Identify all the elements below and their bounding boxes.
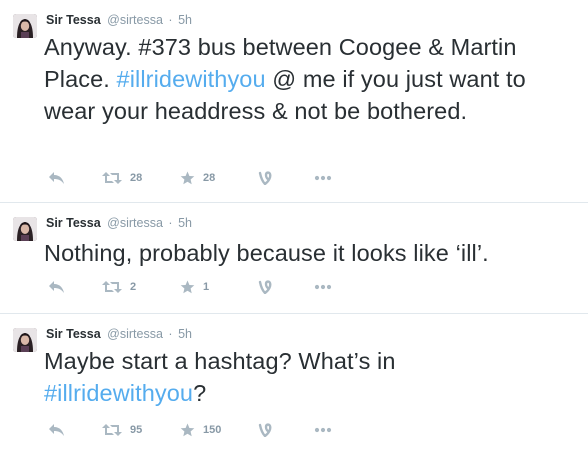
author-fullname[interactable]: Sir Tessa: [46, 13, 101, 27]
separator: ·: [168, 327, 173, 341]
reply-icon: [48, 171, 65, 185]
reply-icon: [48, 423, 65, 437]
tweet[interactable]: Sir Tessa @sirtessa · 5h Maybe start a h…: [0, 314, 588, 451]
avatar[interactable]: [13, 217, 37, 241]
author-username[interactable]: @sirtessa: [107, 327, 163, 341]
tweet-text: Anyway. #373 bus between Coogee & Martin…: [44, 31, 564, 127]
author-username[interactable]: @sirtessa: [107, 216, 163, 230]
favorite-count: 150: [203, 424, 222, 436]
more-button[interactable]: [314, 168, 332, 188]
more-button[interactable]: [314, 277, 332, 297]
avatar[interactable]: [13, 328, 37, 352]
tweet-header: Sir Tessa @sirtessa · 5h: [46, 215, 192, 231]
vine-icon: [258, 423, 272, 437]
tweet-actions: 28 28: [44, 168, 364, 188]
favorite-count: 28: [203, 172, 216, 184]
retweet-icon: [102, 171, 122, 185]
retweet-icon: [102, 280, 122, 294]
star-icon: [180, 423, 195, 437]
retweet-icon: [102, 423, 122, 437]
hashtag-link[interactable]: #illridewithyou: [44, 380, 193, 406]
separator: ·: [168, 13, 173, 27]
separator: ·: [168, 216, 173, 230]
tweet-text-part: Nothing, probably because it looks like …: [44, 240, 489, 266]
tweet-header: Sir Tessa @sirtessa · 5h: [46, 326, 192, 342]
tweet-text-part: Maybe start a hashtag? What’s in: [44, 348, 396, 374]
retweet-count: 28: [130, 172, 143, 184]
more-icon: [314, 175, 332, 181]
retweet-button[interactable]: 28: [102, 168, 142, 188]
tweet-actions: 2 1: [44, 277, 364, 297]
tweet-actions: 95 150: [44, 420, 364, 440]
favorite-count: 1: [203, 281, 210, 293]
timestamp[interactable]: 5h: [178, 13, 192, 27]
star-icon: [180, 171, 195, 185]
reply-icon: [48, 280, 65, 294]
reply-button[interactable]: [48, 277, 65, 297]
author-fullname[interactable]: Sir Tessa: [46, 216, 101, 230]
hashtag-link[interactable]: #illridewithyou: [117, 66, 266, 92]
reply-button[interactable]: [48, 168, 65, 188]
retweet-button[interactable]: 95: [102, 420, 142, 440]
tweet-text-part: ?: [193, 380, 207, 406]
more-button[interactable]: [314, 420, 332, 440]
timestamp[interactable]: 5h: [178, 327, 192, 341]
tweet[interactable]: Sir Tessa @sirtessa · 5h Anyway. #373 bu…: [0, 0, 588, 203]
vine-icon: [258, 171, 272, 185]
more-icon: [314, 427, 332, 433]
vine-button[interactable]: [258, 168, 272, 188]
author-fullname[interactable]: Sir Tessa: [46, 327, 101, 341]
retweet-count: 2: [130, 281, 137, 293]
timestamp[interactable]: 5h: [178, 216, 192, 230]
retweet-count: 95: [130, 424, 143, 436]
favorite-button[interactable]: 28: [180, 168, 215, 188]
star-icon: [180, 280, 195, 294]
vine-button[interactable]: [258, 277, 272, 297]
more-icon: [314, 284, 332, 290]
vine-icon: [258, 280, 272, 294]
vine-button[interactable]: [258, 420, 272, 440]
favorite-button[interactable]: 150: [180, 420, 221, 440]
avatar[interactable]: [13, 14, 37, 38]
tweet-text: Nothing, probably because it looks like …: [44, 237, 564, 269]
retweet-button[interactable]: 2: [102, 277, 136, 297]
favorite-button[interactable]: 1: [180, 277, 209, 297]
tweet-header: Sir Tessa @sirtessa · 5h: [46, 12, 192, 28]
reply-button[interactable]: [48, 420, 65, 440]
tweet-text: Maybe start a hashtag? What’s in #illrid…: [44, 345, 564, 409]
tweet[interactable]: Sir Tessa @sirtessa · 5h Nothing, probab…: [0, 203, 588, 314]
author-username[interactable]: @sirtessa: [107, 13, 163, 27]
